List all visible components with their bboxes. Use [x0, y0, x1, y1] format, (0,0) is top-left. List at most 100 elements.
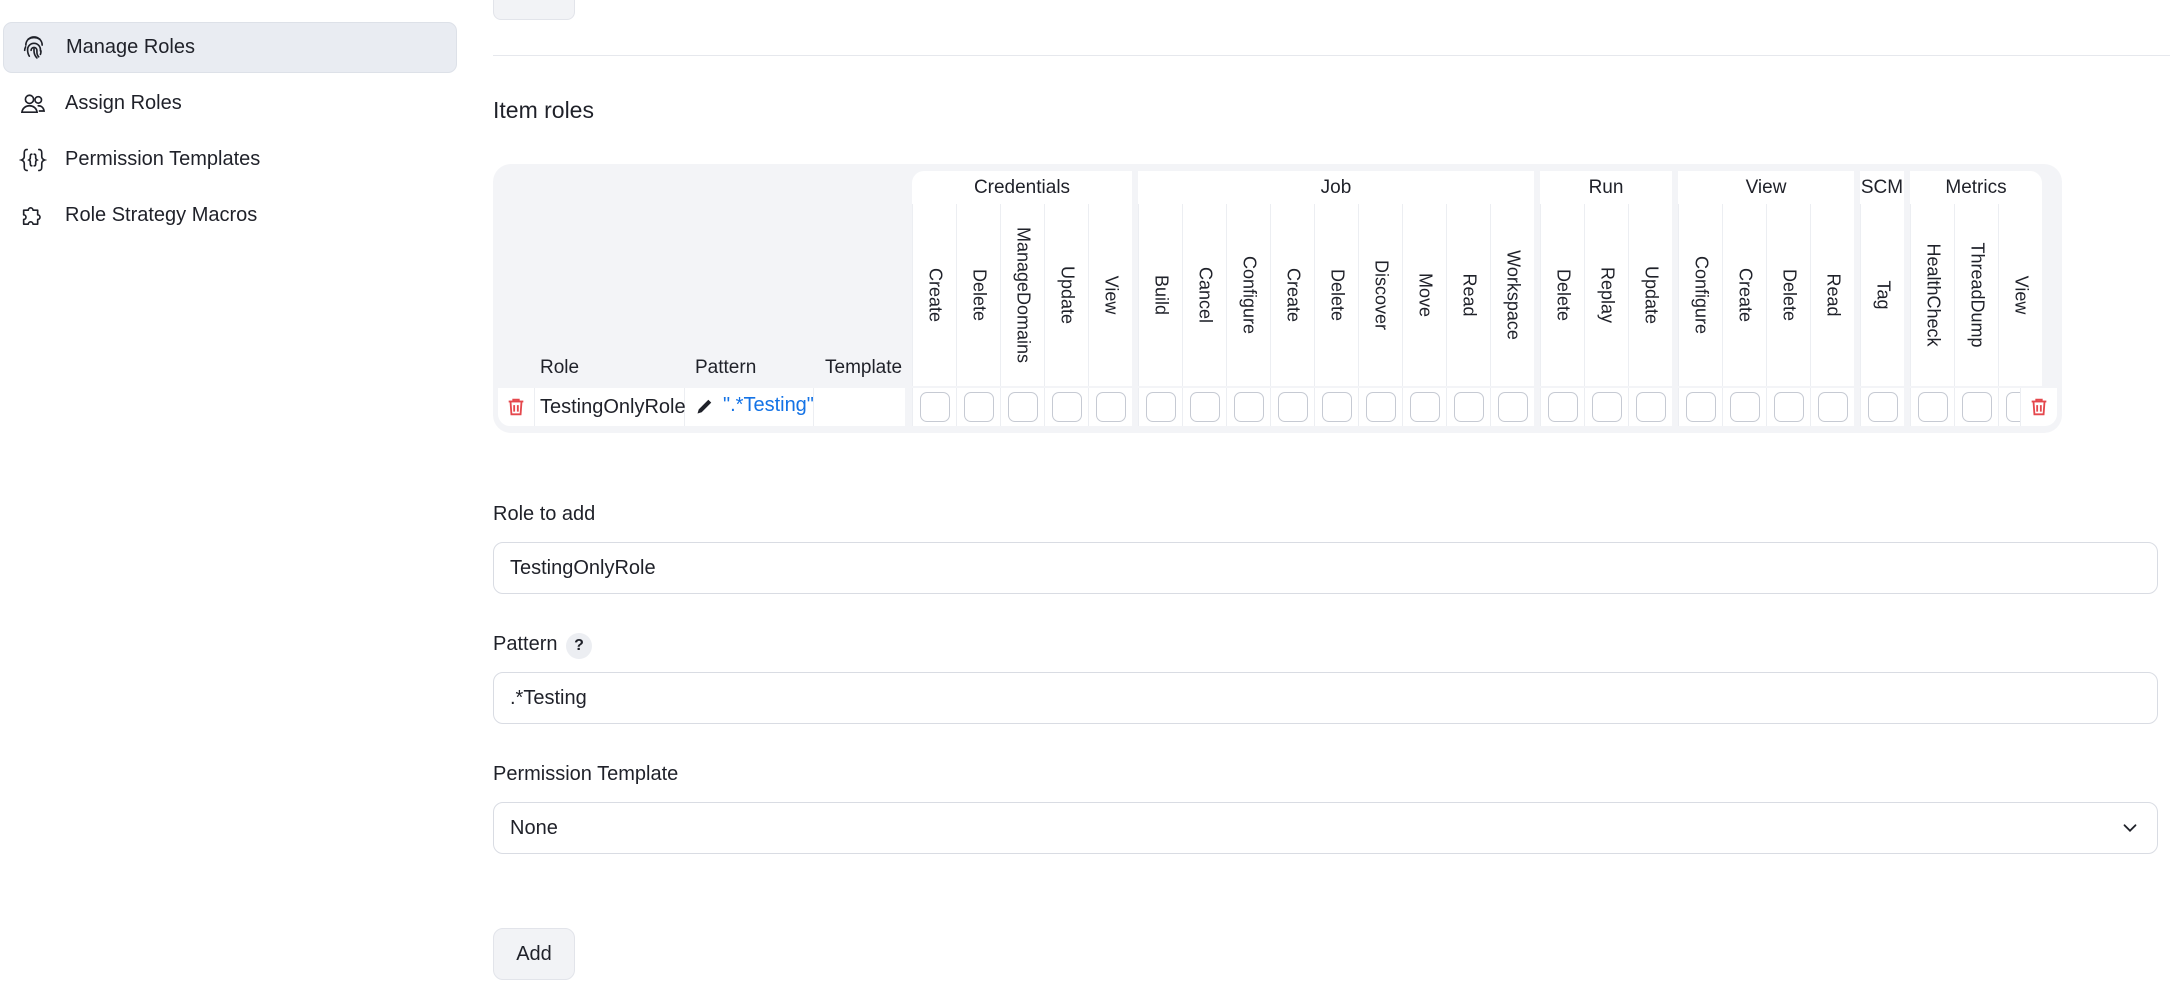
permission-checkbox-job-move[interactable] [1409, 392, 1440, 422]
permission-header-view-configure: Configure [1678, 204, 1722, 386]
add-role-button[interactable]: Add [493, 928, 575, 980]
permission-header-label: Configure [1239, 255, 1259, 335]
template-cell [813, 388, 905, 426]
permission-checkbox-credentials-create[interactable] [919, 392, 950, 422]
permission-group-job: Job [1138, 171, 1534, 204]
permission-checkbox-job-create[interactable] [1277, 392, 1308, 422]
permission-header-credentials-view: View [1088, 204, 1132, 386]
permission-header-credentials-managedomains: ManageDomains [1000, 204, 1044, 386]
pattern-input[interactable] [493, 672, 2158, 724]
permission-header-label: Delete [1553, 268, 1573, 322]
permission-header-credentials-update: Update [1044, 204, 1088, 386]
trash-icon[interactable] [2028, 395, 2050, 419]
permission-header-label: ThreadDump [1967, 242, 1987, 348]
pattern-value: ".*Testing" [723, 394, 814, 416]
trash-icon[interactable] [505, 395, 527, 419]
permission-template-value: None [510, 816, 558, 839]
role-to-add-label: Role to add [493, 503, 596, 525]
braces-icon [18, 145, 48, 175]
permission-checkbox-job-build[interactable] [1145, 392, 1176, 422]
permission-checkbox-scm-tag[interactable] [1867, 392, 1898, 422]
permission-checkbox-credentials-delete[interactable] [963, 392, 994, 422]
row-delete-cell-end [2020, 388, 2057, 426]
permission-cell [956, 388, 1000, 426]
sidebar-item-label: Role Strategy Macros [65, 204, 258, 226]
permission-header-label: Create [1735, 267, 1755, 323]
item-roles-table: Credentials Job Run View SCM Metrics Create De… [493, 164, 2062, 433]
permission-header-label: Cancel [1195, 266, 1215, 324]
permission-header-job-build: Build [1138, 204, 1182, 386]
permission-checkbox-view-configure[interactable] [1685, 392, 1716, 422]
users-icon [18, 89, 48, 119]
permission-header-job-configure: Configure [1226, 204, 1270, 386]
sidebar-item-assign-roles[interactable]: Assign Roles [3, 78, 457, 129]
permission-header-credentials-delete: Delete [956, 204, 1000, 386]
permission-template-select[interactable]: None [493, 802, 2158, 854]
chevron-down-icon [2123, 824, 2137, 833]
permission-checkbox-job-configure[interactable] [1233, 392, 1264, 422]
permission-header-label: ManageDomains [1013, 226, 1033, 364]
permission-checkbox-job-workspace[interactable] [1497, 392, 1528, 422]
pattern-help-button[interactable]: ? [566, 633, 592, 659]
permission-header-job-discover: Discover [1358, 204, 1402, 386]
permission-cell [1088, 388, 1132, 426]
permission-checkbox-metrics-healthcheck[interactable] [1917, 392, 1948, 422]
edit-pattern-link[interactable]: ".*Testing" [695, 394, 814, 417]
permission-checkbox-job-cancel[interactable] [1189, 392, 1220, 422]
column-header-template: Template [825, 357, 903, 378]
role-name-input[interactable] [493, 542, 2158, 594]
permission-header-job-read: Read [1446, 204, 1490, 386]
permission-header-label: HealthCheck [1923, 243, 1943, 347]
permission-header-credentials-create: Create [912, 204, 956, 386]
sidebar-item-label: Manage Roles [66, 36, 195, 58]
permission-cell [1628, 388, 1672, 426]
permission-template-label: Permission Template [493, 763, 679, 785]
permission-header-run-replay: Replay [1584, 204, 1628, 386]
permission-checkbox-credentials-update[interactable] [1051, 392, 1082, 422]
section-divider [493, 55, 2170, 56]
section-title: Item roles [493, 97, 594, 123]
permission-cell [1954, 388, 1998, 426]
permission-checkbox-view-read[interactable] [1817, 392, 1848, 422]
sidebar-item-role-strategy-macros[interactable]: Role Strategy Macros [3, 190, 457, 241]
permission-cell [1270, 388, 1314, 426]
permission-checkbox-job-read[interactable] [1453, 392, 1484, 422]
permission-checkbox-credentials-view[interactable] [1095, 392, 1126, 422]
permission-header-metrics-threaddump: ThreadDump [1954, 204, 1998, 386]
permission-header-metrics-view: View [1998, 204, 2042, 386]
column-header-pattern: Pattern [695, 357, 757, 378]
sidebar-item-label: Assign Roles [65, 92, 182, 114]
permission-checkbox-metrics-threaddump[interactable] [1961, 392, 1992, 422]
sidebar-item-permission-templates[interactable]: Permission Templates [3, 134, 457, 185]
permission-header-scm-tag: Tag [1860, 204, 1904, 386]
permission-checkbox-job-delete[interactable] [1321, 392, 1352, 422]
permission-checkbox-view-delete[interactable] [1773, 392, 1804, 422]
permission-header-label: Move [1415, 272, 1435, 318]
permission-cell [1860, 388, 1904, 426]
permission-header-label: Tag [1873, 280, 1893, 310]
permission-cell [1766, 388, 1810, 426]
fingerprint-icon [19, 33, 49, 63]
permission-checkbox-job-discover[interactable] [1365, 392, 1396, 422]
sidebar-item-manage-roles[interactable]: Manage Roles [3, 22, 457, 73]
permission-checkbox-run-replay[interactable] [1591, 392, 1622, 422]
permission-header-view-create: Create [1722, 204, 1766, 386]
permission-group-scm: SCM [1860, 171, 1904, 204]
permission-cell [1226, 388, 1270, 426]
permission-header-label: Delete [969, 268, 989, 322]
permission-checkbox-credentials-managedomains[interactable] [1007, 392, 1038, 422]
permission-cell [1490, 388, 1534, 426]
permission-checkbox-view-create[interactable] [1729, 392, 1760, 422]
permission-header-label: Create [1283, 267, 1303, 323]
add-role-button-top[interactable] [493, 0, 575, 20]
permission-header-job-workspace: Workspace [1490, 204, 1534, 386]
permission-checkbox-run-delete[interactable] [1547, 392, 1578, 422]
permission-header-job-create: Create [1270, 204, 1314, 386]
permission-header-label: Update [1057, 265, 1077, 325]
permission-header-label: Read [1459, 273, 1479, 317]
permission-cell [1000, 388, 1044, 426]
permission-checkbox-run-update[interactable] [1635, 392, 1666, 422]
permission-cell [912, 388, 956, 426]
permission-cell [1910, 388, 1954, 426]
permission-cell [1044, 388, 1088, 426]
